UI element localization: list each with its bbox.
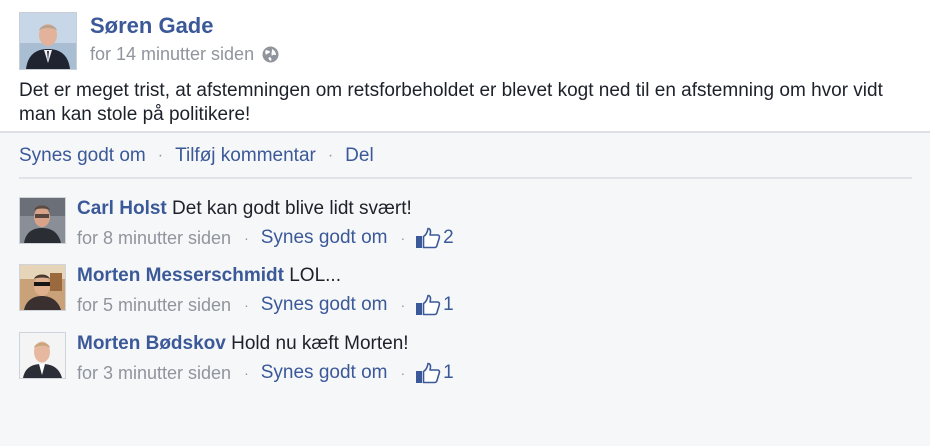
thumbs-up-icon [415, 294, 441, 316]
comment-item: Carl Holst Det kan godt blive lidt svært… [19, 197, 909, 249]
thumbs-up-icon [415, 362, 441, 384]
avatar-portrait [20, 13, 76, 69]
separator-dot: · [327, 147, 334, 164]
like-count: 1 [443, 362, 454, 383]
comment-text: LOL... [289, 265, 341, 286]
comment-timestamp[interactable]: for 5 minutter siden [77, 295, 231, 316]
comment-meta: for 5 minutter siden · Synes godt om · 1 [77, 294, 454, 316]
comment-like-button[interactable]: Synes godt om [261, 294, 388, 316]
post-header: Søren Gade for 14 minutter siden Det er … [0, 0, 930, 132]
add-comment-button[interactable]: Tilføj kommentar [175, 145, 316, 167]
commenter-name[interactable]: Morten Bødskov [77, 333, 226, 354]
comment-like-button[interactable]: Synes godt om [261, 362, 388, 384]
separator-dot: · [400, 297, 406, 313]
comment-line: Carl Holst Det kan godt blive lidt svært… [77, 197, 412, 221]
divider [19, 177, 912, 179]
separator-dot: · [244, 365, 249, 381]
post-timestamp[interactable]: for 14 minutter siden [90, 44, 254, 65]
post-text: Det er meget trist, at afstemningen om r… [19, 80, 883, 125]
separator-dot: · [157, 147, 164, 164]
commenter-name[interactable]: Carl Holst [77, 198, 167, 219]
commenter-avatar[interactable] [19, 264, 66, 311]
commenter-name[interactable]: Morten Messerschmidt [77, 265, 284, 286]
separator-dot: · [400, 365, 406, 381]
feedback-section: Synes godt om · Tilføj kommentar · Del C… [0, 133, 930, 446]
comment-like-button[interactable]: Synes godt om [261, 227, 388, 249]
comment-meta: for 3 minutter siden · Synes godt om · 1 [77, 362, 454, 384]
action-bar: Synes godt om · Tilføj kommentar · Del [19, 145, 374, 167]
comment-text: Det kan godt blive lidt svært! [172, 198, 412, 219]
thumbs-up-icon [415, 227, 441, 249]
commenter-avatar[interactable] [19, 197, 66, 244]
commenter-avatar[interactable] [19, 332, 66, 379]
comment-meta: for 8 minutter siden · Synes godt om · 2 [77, 227, 454, 249]
comment-likes[interactable]: 2 [415, 227, 454, 249]
like-button[interactable]: Synes godt om [19, 145, 146, 167]
author-name[interactable]: Søren Gade [90, 13, 213, 39]
comment-item: Morten Bødskov Hold nu kæft Morten! for … [19, 332, 909, 384]
separator-dot: · [400, 230, 406, 246]
separator-dot: · [244, 297, 249, 313]
comment-line: Morten Messerschmidt LOL... [77, 264, 341, 288]
separator-dot: · [244, 230, 249, 246]
post-meta: for 14 minutter siden [90, 44, 279, 65]
comment-item: Morten Messerschmidt LOL... for 5 minutt… [19, 264, 909, 316]
like-count: 2 [443, 227, 454, 248]
comment-likes[interactable]: 1 [415, 294, 454, 316]
comment-text: Hold nu kæft Morten! [231, 333, 409, 354]
comment-likes[interactable]: 1 [415, 362, 454, 384]
like-count: 1 [443, 294, 454, 315]
comment-timestamp[interactable]: for 3 minutter siden [77, 363, 231, 384]
share-button[interactable]: Del [345, 145, 374, 167]
author-avatar[interactable] [19, 12, 77, 70]
comment-line: Morten Bødskov Hold nu kæft Morten! [77, 332, 409, 356]
comment-timestamp[interactable]: for 8 minutter siden [77, 228, 231, 249]
globe-icon[interactable] [262, 46, 279, 63]
